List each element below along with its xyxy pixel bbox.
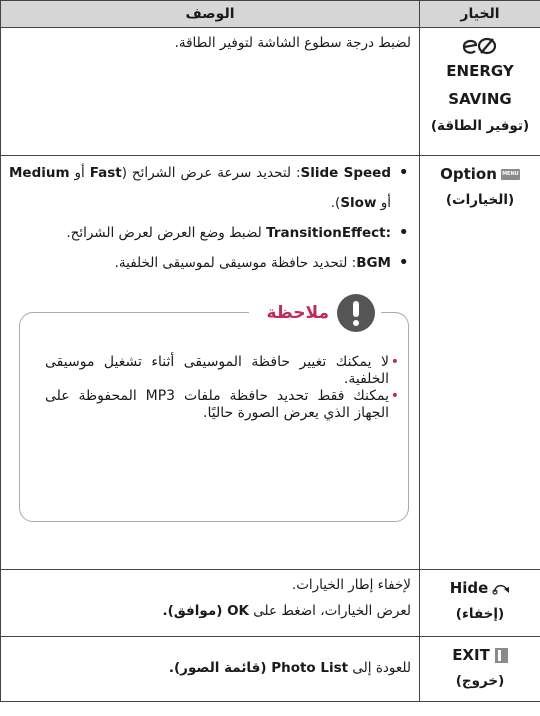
hide-line-2-pre: لعرض الخيارات، اضغط على <box>249 603 411 619</box>
table-row: Hide (إخفاء) لإخفاء إطار الخيارات. لعرض … <box>0 569 540 637</box>
energy-saving-icon <box>462 37 497 55</box>
header-option: الخيار <box>419 0 540 28</box>
option-name-en: Option <box>440 165 497 183</box>
ok-key: OK <box>227 603 250 619</box>
bullet-sep: أو <box>69 165 90 181</box>
bullet-key: BGM <box>356 255 391 271</box>
note-title: ملاحظة <box>266 303 329 323</box>
option-name-en: EXIT <box>452 646 490 664</box>
options-table: الخيار الوصف ENERGY SAVING (توفير الطاقة… <box>0 0 540 702</box>
table-row: ENERGY SAVING (توفير الطاقة) لضبط درجة س… <box>0 27 540 156</box>
photo-list-label: Photo List <box>271 660 349 676</box>
table-row: EXIT (خروج) للعودة إلى Photo List (قائمة… <box>0 636 540 702</box>
option-hide: Hide (إخفاء) <box>419 569 540 637</box>
desc-hide: لإخفاء إطار الخيارات. لعرض الخيارات، اضغ… <box>0 569 420 637</box>
header-description: الوصف <box>0 0 420 28</box>
menu-icon: MENU <box>500 169 520 180</box>
option-name-ar: (توفير الطاقة) <box>430 118 530 134</box>
desc-exit: للعودة إلى Photo List (قائمة الصور). <box>0 636 420 702</box>
manual-page: الخيار الوصف ENERGY SAVING (توفير الطاقة… <box>0 0 540 716</box>
table-row: MENUOption (الخيارات) Slide Speed: لتحدي… <box>0 155 540 570</box>
bullet-text: لضبط وضع العرض لعرض الشرائح. <box>66 225 267 241</box>
desc-energy-saving: لضبط درجة سطوع الشاشة لتوفير الطاقة. <box>0 27 420 156</box>
option-energy-saving: ENERGY SAVING (توفير الطاقة) <box>419 27 540 156</box>
option-name-ar: (إخفاء) <box>455 606 505 622</box>
list-item: TransitionEffect: لضبط وضع العرض لعرض ال… <box>9 218 411 248</box>
option-name-en: Hide <box>449 579 489 597</box>
note-item: يمكنك فقط تحديد حافظة ملفات MP3 المحفوظة… <box>45 388 399 422</box>
exclamation-icon <box>337 294 375 332</box>
list-item: BGM: لتحديد حافظة موسيقى لموسيقى الخلفية… <box>9 248 411 278</box>
bullet-key: Slide Speed <box>300 165 392 181</box>
exit-post: (قائمة الصور). <box>168 660 272 676</box>
bullet-opt: Fast <box>89 165 122 181</box>
note-list: لا يمكنك تغيير حافظة الموسيقى أثناء تشغي… <box>45 354 399 422</box>
exit-icon <box>494 648 508 663</box>
bullet-key: TransitionEffect: <box>266 225 391 241</box>
note-item: لا يمكنك تغيير حافظة الموسيقى أثناء تشغي… <box>45 354 399 388</box>
exit-pre: للعودة إلى <box>348 660 411 676</box>
option-exit: EXIT (خروج) <box>419 636 540 702</box>
bullet-sep: أو <box>376 195 391 211</box>
option-options: MENUOption (الخيارات) <box>419 155 540 570</box>
bullet-opt: Slow <box>340 195 377 211</box>
option-name-ar: (الخيارات) <box>445 192 515 208</box>
note-header: ملاحظة <box>249 292 381 334</box>
bullet-opt: Medium <box>9 165 70 181</box>
hide-line-2: لعرض الخيارات، اضغط على OK (موافق). <box>9 598 411 624</box>
back-arrow-icon <box>492 584 510 595</box>
hide-line-1: لإخفاء إطار الخيارات. <box>291 577 411 593</box>
note-box: ملاحظة لا يمكنك تغيير حافظة الموسيقى أثن… <box>19 292 409 522</box>
option-name-ar: (خروج) <box>455 673 505 689</box>
bullet-text: : لتحديد سرعة عرض الشرائح ( <box>121 165 301 181</box>
list-item: Slide Speed: لتحديد سرعة عرض الشرائح (Fa… <box>9 158 411 218</box>
hide-line-2-post: (موافق). <box>162 603 228 619</box>
table-header-row: الخيار الوصف <box>0 0 540 28</box>
option-name-en: ENERGY SAVING <box>446 62 514 108</box>
option-bullets: Slide Speed: لتحديد سرعة عرض الشرائح (Fa… <box>9 158 411 278</box>
bullet-text: : لتحديد حافظة موسيقى لموسيقى الخلفية. <box>114 255 357 271</box>
bullet-end: ). <box>330 195 341 211</box>
desc-options: Slide Speed: لتحديد سرعة عرض الشرائح (Fa… <box>0 155 420 570</box>
